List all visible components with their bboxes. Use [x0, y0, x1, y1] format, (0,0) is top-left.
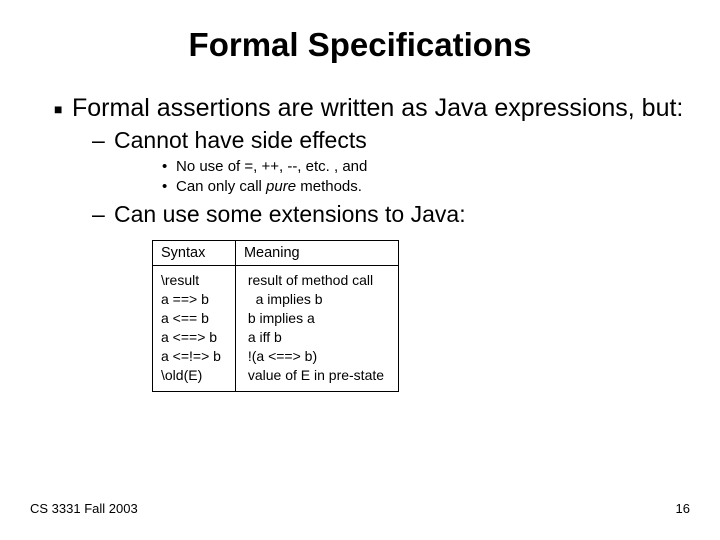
table-header-row: Syntax Meaning — [153, 241, 399, 266]
dash-bullet-icon: – — [92, 126, 114, 156]
cell-meaning: result of method call a implies b b impl… — [235, 266, 398, 391]
bullet-text: Cannot have side effects — [114, 126, 367, 156]
bullet-text: Can use some extensions to Java: — [114, 200, 466, 230]
footer-page-number: 16 — [676, 501, 690, 516]
text-pre: Can only call — [176, 178, 266, 195]
text-post: methods. — [296, 178, 362, 195]
syntax-table: Syntax Meaning \result a ==> b a <== b a… — [152, 240, 399, 391]
bullet-level2: – Cannot have side effects — [92, 126, 690, 156]
slide-title: Formal Specifications — [30, 26, 690, 64]
text-em: pure — [266, 178, 296, 195]
slide: Formal Specifications ■ Formal assertion… — [0, 0, 720, 540]
bullet-level3: • No use of =, ++, --, etc. , and — [162, 157, 690, 177]
cell-syntax: \result a ==> b a <== b a <==> b a <=!=>… — [153, 266, 236, 391]
square-bullet-icon: ■ — [54, 94, 72, 124]
syntax-table-wrap: Syntax Meaning \result a ==> b a <== b a… — [152, 240, 690, 391]
bullet-level1: ■ Formal assertions are written as Java … — [54, 94, 690, 124]
bullet-text: No use of =, ++, --, etc. , and — [176, 157, 367, 177]
footer-course: CS 3331 Fall 2003 — [30, 501, 138, 516]
col-header-meaning: Meaning — [235, 241, 398, 266]
col-header-syntax: Syntax — [153, 241, 236, 266]
dash-bullet-icon: – — [92, 200, 114, 230]
bullet-level3: • Can only call pure methods. — [162, 177, 690, 197]
bullet-text: Formal assertions are written as Java ex… — [72, 94, 683, 124]
table-row: \result a ==> b a <== b a <==> b a <=!=>… — [153, 266, 399, 391]
bullet-level2: – Can use some extensions to Java: — [92, 200, 690, 230]
bullet-text: Can only call pure methods. — [176, 177, 362, 197]
dot-bullet-icon: • — [162, 157, 176, 177]
dot-bullet-icon: • — [162, 177, 176, 197]
